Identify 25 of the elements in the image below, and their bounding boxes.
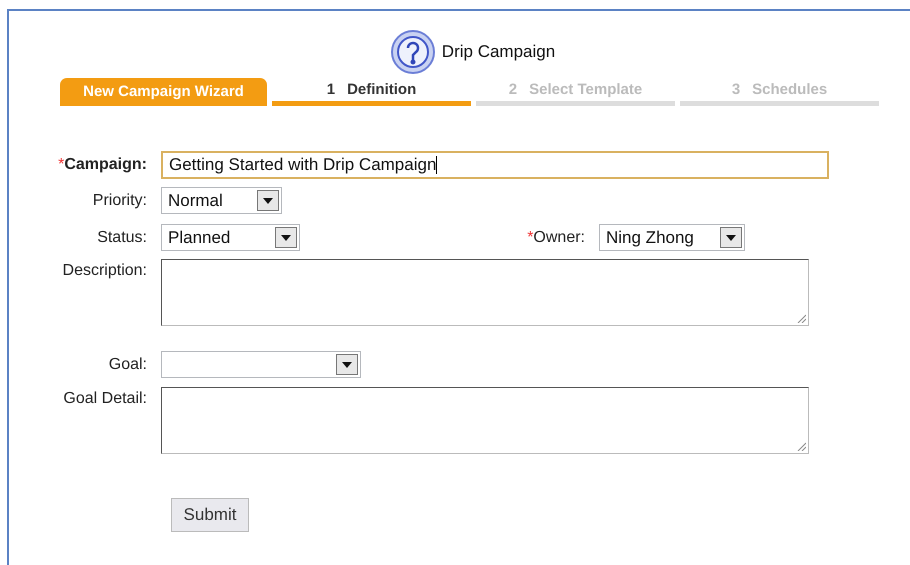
dropdown[interactable]: Ning Zhong <box>599 224 745 251</box>
dropdown[interactable]: Normal <box>161 187 282 214</box>
dropdown[interactable] <box>161 351 361 378</box>
field-label: Priority: <box>92 192 147 208</box>
resize-handle-icon <box>797 442 806 451</box>
text-area[interactable] <box>161 259 809 326</box>
field-label: Description: <box>62 262 147 279</box>
drip-icon <box>390 29 436 75</box>
wizard-step[interactable]: 1 Definition <box>272 79 471 106</box>
field-label: Goal Detail: <box>63 390 147 407</box>
caret-icon <box>281 234 291 240</box>
field-label: Goal: <box>108 356 147 372</box>
caret-icon <box>342 362 352 368</box>
field-label: Status: <box>97 228 147 246</box>
text-area[interactable] <box>161 387 809 454</box>
wizard-badge: New Campaign Wizard <box>60 78 267 106</box>
resize-handle-icon <box>797 314 806 323</box>
submit-button[interactable]: Submit <box>171 498 249 532</box>
caret-icon <box>263 198 273 204</box>
field-label: *Owner: <box>527 228 585 246</box>
campaign-input[interactable]: Getting Started with Drip Campaign <box>161 151 829 179</box>
caret-icon <box>726 234 736 240</box>
field-label: *Campaign: <box>58 156 147 173</box>
dropdown[interactable]: Planned <box>161 224 300 251</box>
page-title: Drip Campaign <box>442 41 556 64</box>
